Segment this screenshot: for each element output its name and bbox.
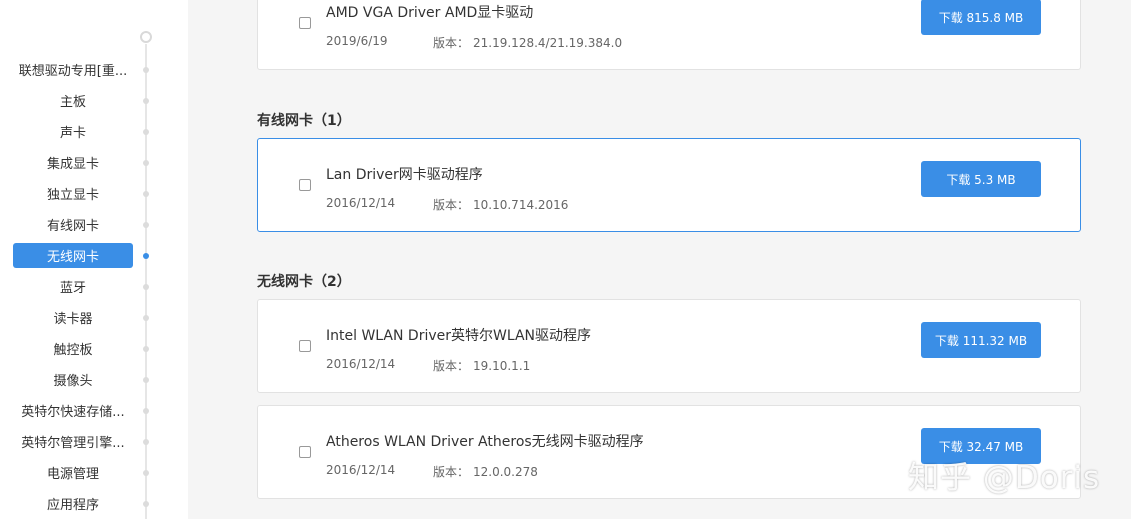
version-label: 版本： [433,359,470,373]
sidebar-item-label: 应用程序 [46,498,99,513]
timeline-dot [143,129,149,135]
driver-date: 2019/6/19 [326,34,388,48]
version-value: 10.10.714.2016 [473,198,569,212]
sidebar-item-applications[interactable]: 应用程序 [0,488,188,519]
sidebar-item-label: 主板 [59,95,86,110]
driver-checkbox[interactable] [299,340,311,352]
sidebar-item-label: 触控板 [53,343,93,358]
version-value: 21.19.128.4/21.19.384.0 [473,36,623,50]
timeline-dot [143,315,149,321]
category-nav: 联想驱动专用[重... 主板 声卡 集成显卡 独立显卡 有线网卡 无线网卡 蓝牙… [0,54,188,519]
section-title-wired-nic: 有线网卡（1） [257,113,351,129]
timeline-dot-active [143,253,149,259]
sidebar-item-label: 有线网卡 [46,219,99,234]
version-label: 版本： [433,36,470,50]
sidebar-item-label: 声卡 [59,126,86,141]
sidebar-item-intel-rst[interactable]: 英特尔快速存储... [0,395,188,426]
driver-name: AMD VGA Driver AMD显卡驱动 [326,5,534,21]
timeline-dot [143,160,149,166]
sidebar-item-bluetooth[interactable]: 蓝牙 [0,271,188,302]
sidebar-item-touchpad[interactable]: 触控板 [0,333,188,364]
download-button[interactable]: 下载 111.32 MB [921,322,1041,358]
driver-version: 版本： 19.10.1.1 [433,357,530,374]
sidebar: 联想驱动专用[重... 主板 声卡 集成显卡 独立显卡 有线网卡 无线网卡 蓝牙… [0,0,188,519]
sidebar-item-discrete-graphics[interactable]: 独立显卡 [0,178,188,209]
version-value: 12.0.0.278 [473,465,538,479]
sidebar-item-lenovo-driver[interactable]: 联想驱动专用[重... [0,54,188,85]
driver-list: AMD VGA Driver AMD显卡驱动 2019/6/19 版本： 21.1… [188,0,1131,519]
driver-checkbox[interactable] [299,179,311,191]
driver-date: 2016/12/14 [326,463,396,477]
timeline-dot [143,408,149,414]
section-title-wireless-nic: 无线网卡（2） [257,274,351,290]
sidebar-item-label: 蓝牙 [59,281,86,296]
timeline-dot [143,284,149,290]
version-label: 版本： [433,465,470,479]
driver-date: 2016/12/14 [326,357,396,371]
sidebar-item-wired-nic[interactable]: 有线网卡 [0,209,188,240]
version-label: 版本： [433,198,470,212]
driver-version: 版本： 10.10.714.2016 [433,196,568,213]
sidebar-item-camera[interactable]: 摄像头 [0,364,188,395]
timeline-dot [143,346,149,352]
sidebar-item-integrated-graphics[interactable]: 集成显卡 [0,147,188,178]
driver-name: Lan Driver网卡驱动程序 [326,167,483,183]
timeline-dot [143,67,149,73]
sidebar-item-label: 集成显卡 [46,157,99,172]
sidebar-item-card-reader[interactable]: 读卡器 [0,302,188,333]
driver-checkbox[interactable] [299,446,311,458]
driver-card: AMD VGA Driver AMD显卡驱动 2019/6/19 版本： 21.1… [257,0,1081,70]
driver-card: Atheros WLAN Driver Atheros无线网卡驱动程序 2016… [257,405,1081,499]
sidebar-item-label: 英特尔快速存储... [21,405,125,420]
sidebar-item-wireless-nic[interactable]: 无线网卡 [0,240,188,271]
timeline-dot [143,501,149,507]
sidebar-item-sound-card[interactable]: 声卡 [0,116,188,147]
sidebar-item-label: 摄像头 [53,374,93,389]
driver-checkbox[interactable] [299,17,311,29]
driver-card: Lan Driver网卡驱动程序 2016/12/14 版本： 10.10.714… [257,138,1081,232]
driver-name: Atheros WLAN Driver Atheros无线网卡驱动程序 [326,434,644,450]
sidebar-item-label: 无线网卡 [13,243,133,268]
download-button[interactable]: 下载 32.47 MB [921,428,1041,464]
sidebar-item-label: 独立显卡 [46,188,99,203]
driver-version: 版本： 12.0.0.278 [433,463,538,480]
timeline-start-circle [140,31,152,43]
version-value: 19.10.1.1 [473,359,531,373]
sidebar-item-intel-me[interactable]: 英特尔管理引擎... [0,426,188,457]
download-button[interactable]: 下载 815.8 MB [921,0,1041,35]
driver-name: Intel WLAN Driver英特尔WLAN驱动程序 [326,328,592,344]
sidebar-item-power-management[interactable]: 电源管理 [0,457,188,488]
driver-version: 版本： 21.19.128.4/21.19.384.0 [433,34,622,51]
sidebar-item-label: 联想驱动专用[重... [18,64,128,79]
timeline-dot [143,439,149,445]
timeline-dot [143,377,149,383]
timeline-dot [143,191,149,197]
sidebar-item-label: 读卡器 [53,312,93,327]
download-button[interactable]: 下载 5.3 MB [921,161,1041,197]
timeline-dot [143,470,149,476]
sidebar-item-label: 英特尔管理引擎... [21,436,125,451]
driver-card: Intel WLAN Driver英特尔WLAN驱动程序 2016/12/14 … [257,299,1081,393]
timeline-dot [143,222,149,228]
timeline-dot [143,98,149,104]
driver-date: 2016/12/14 [326,196,396,210]
sidebar-item-label: 电源管理 [46,467,99,482]
sidebar-item-motherboard[interactable]: 主板 [0,85,188,116]
